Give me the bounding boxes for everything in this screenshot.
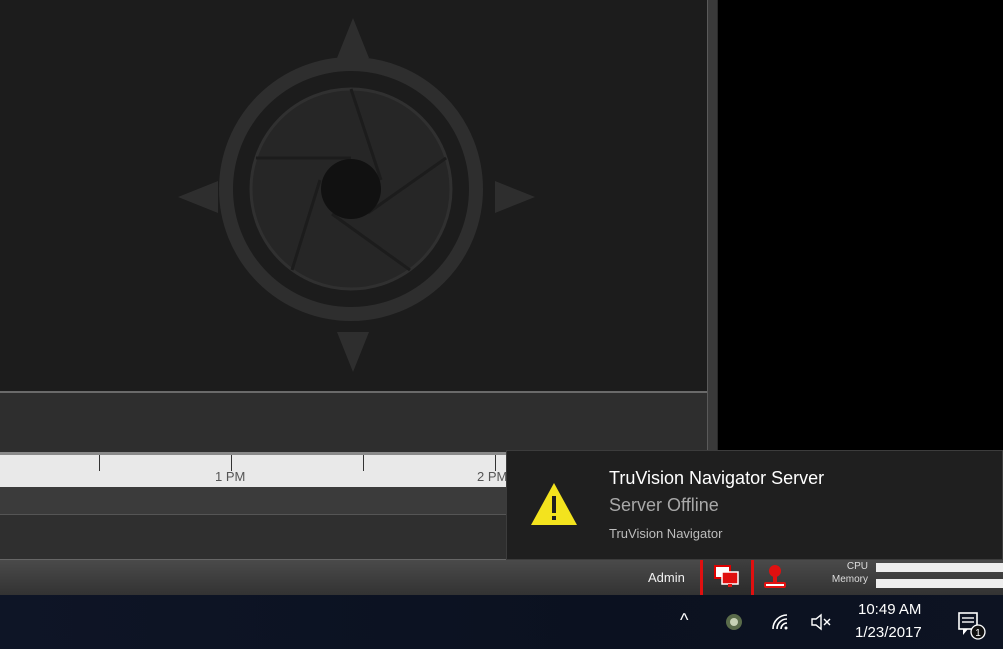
memory-label: Memory xyxy=(831,574,868,585)
clock-time[interactable]: 10:49 AM xyxy=(858,601,921,618)
server-connection-icon[interactable] xyxy=(700,555,754,599)
tray-app-icon[interactable] xyxy=(725,613,743,631)
current-user-label: Admin xyxy=(648,570,685,585)
wifi-icon[interactable] xyxy=(770,612,792,632)
timeline-tick xyxy=(99,455,100,471)
timeline-label-2pm: 2 PM xyxy=(477,469,508,484)
taskbar xyxy=(0,595,1003,649)
notification-count: 1 xyxy=(975,628,981,639)
action-center-icon[interactable]: 1 xyxy=(957,610,987,640)
toast-title: TruVision Navigator Server xyxy=(609,468,825,488)
cpu-label: CPU xyxy=(846,561,868,572)
clock-date[interactable]: 1/23/2017 xyxy=(855,624,922,641)
warning-icon xyxy=(531,483,577,525)
cpu-usage-bar xyxy=(876,563,1003,572)
timeline-label-1pm: 1 PM xyxy=(215,469,246,484)
toast-message: Server Offline xyxy=(609,495,719,515)
video-control-strip xyxy=(0,391,707,452)
camera-aperture-placeholder-icon xyxy=(178,18,535,372)
video-pane[interactable] xyxy=(0,0,707,391)
user-status-icon[interactable] xyxy=(762,563,788,591)
video-pane-secondary[interactable] xyxy=(718,0,1003,452)
volume-muted-icon[interactable] xyxy=(810,612,832,632)
notification-toast[interactable]: TruVision Navigator Server Server Offlin… xyxy=(506,450,1003,560)
pane-splitter[interactable] xyxy=(707,0,718,452)
memory-usage-bar xyxy=(876,579,1003,588)
show-hidden-icons-chevron-icon[interactable]: ^ xyxy=(680,610,688,631)
toast-source: TruVision Navigator xyxy=(609,526,723,541)
timeline-tick xyxy=(363,455,364,471)
